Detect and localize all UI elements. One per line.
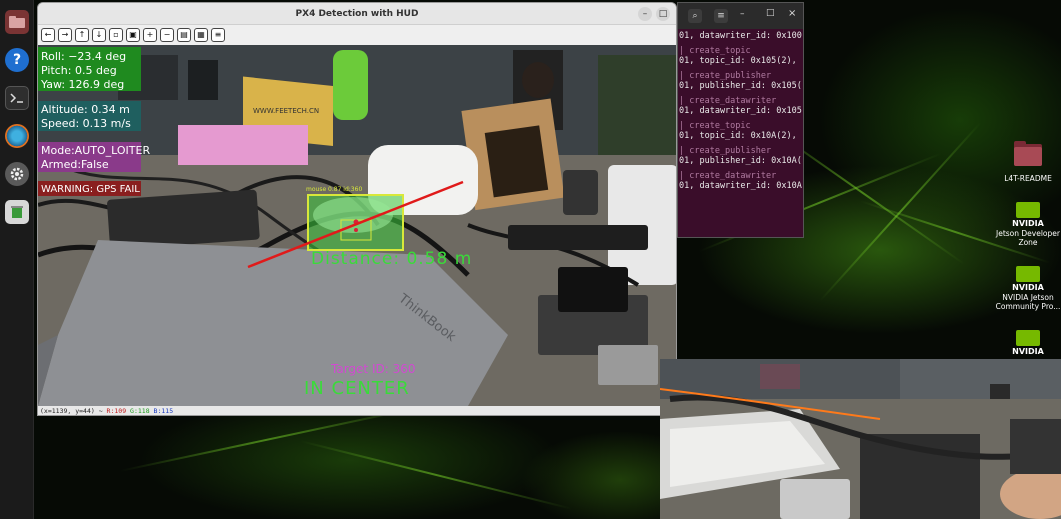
terminal-line: | create_topic [679, 121, 751, 131]
mode-readout: Mode:AUTO_LOITER [41, 144, 151, 157]
terminal-line: 01, datawriter_id: 0x105 [679, 106, 802, 116]
sign-text: WWW.FEETECH.CN [253, 107, 319, 115]
browser-icon[interactable] [5, 124, 29, 148]
zoom-original-icon[interactable]: ▣ [126, 28, 140, 42]
desktop-icon-nvidia[interactable]: NVIDIA [988, 330, 1061, 356]
pan-right-icon[interactable]: → [58, 28, 72, 42]
terminal-line: 01, datawriter_id: 0x10A [679, 181, 802, 191]
pixel-b: B:115 [153, 407, 174, 415]
cursor-coords: (x=1139, y=44) ~ [40, 407, 103, 415]
box-label: mouse 0.87 id:360 [306, 186, 363, 193]
window-titlebar[interactable]: PX4 Detection with HUD – □ × [38, 3, 676, 25]
distance-readout: Distance: 0.58 m [311, 249, 473, 269]
desktop-icon-label: Jetson Developer Zone [996, 229, 1060, 247]
yaw-readout: Yaw: 126.9 deg [41, 78, 125, 91]
zoom-fit-icon[interactable]: ▫ [109, 28, 123, 42]
terminal-line: 01, publisher_id: 0x10A( [679, 156, 802, 166]
terminal-line: 01, topic_id: 0x105(2), [679, 56, 797, 66]
terminal-line: | create_topic [679, 46, 751, 56]
speed-readout: Speed: 0.13 m/s [41, 117, 131, 130]
drone-onboard-video [660, 359, 1061, 519]
pan-up-icon[interactable]: ↑ [75, 28, 89, 42]
nvidia-icon [1016, 202, 1040, 218]
terminal-line: 01, topic_id: 0x10A(2), [679, 131, 797, 141]
terminal-line: | create_publisher [679, 71, 772, 81]
toolbar: ← → ↑ ↓ ▫ ▣ + − ▤ ▦ ≡ [38, 25, 676, 45]
pitch-readout: Pitch: 0.5 deg [41, 64, 117, 77]
desktop-icon-jetson-community[interactable]: NVIDIA NVIDIA Jetson Community Pro... [988, 266, 1061, 311]
pixel-r: R:109 [106, 407, 127, 415]
zoom-in-icon[interactable]: + [143, 28, 157, 42]
gps-warning: WARNING: GPS FAIL [41, 184, 140, 195]
hud-window: PX4 Detection with HUD – □ × ← → ↑ ↓ ▫ ▣… [37, 2, 677, 416]
nvidia-wordmark: NVIDIA [1012, 219, 1044, 228]
nvidia-wordmark: NVIDIA [1012, 347, 1044, 356]
terminal-icon[interactable] [5, 86, 29, 110]
settings-icon[interactable] [5, 162, 29, 186]
help-icon[interactable]: ? [5, 48, 29, 72]
terminal-titlebar[interactable]: ⌕ ≡ – □ × [678, 3, 803, 29]
dock: ? [0, 0, 34, 519]
terminal-line: | create_publisher [679, 146, 772, 156]
desktop-icon-label: L4T-README [1004, 174, 1052, 183]
minimize-button[interactable]: – [638, 7, 652, 21]
pixel-g: G:118 [130, 407, 150, 415]
terminal-line: 01, datawriter_id: 0x100 [679, 31, 802, 41]
camera-scene: WWW.FEETECH.CN ThinkBook [38, 45, 676, 406]
maximize-button[interactable]: □ [766, 8, 775, 18]
terminal-line: | create_datawriter [679, 96, 777, 106]
status-bar: (x=1139, y=44) ~ R:109 G:118 B:115 [38, 406, 676, 415]
properties-icon[interactable]: ≡ [211, 28, 225, 42]
target-id: Target ID: 360 [331, 362, 416, 376]
desktop-icon-jetson-zone[interactable]: NVIDIA Jetson Developer Zone [988, 202, 1061, 247]
video-scene [660, 359, 1061, 519]
search-icon[interactable]: ⌕ [688, 9, 702, 23]
window-title: PX4 Detection with HUD [295, 8, 419, 19]
terminal-line: | create_datawriter [679, 171, 777, 181]
minimize-button[interactable]: – [740, 9, 745, 19]
center-status: IN CENTER [304, 378, 410, 399]
files-icon[interactable] [5, 10, 29, 34]
altitude-readout: Altitude: 0.34 m [41, 103, 130, 116]
armed-readout: Armed:False [41, 158, 109, 171]
maximize-button[interactable]: □ [656, 7, 670, 21]
desktop-icon-label: NVIDIA Jetson Community Pro... [995, 293, 1061, 311]
terminal-window[interactable]: ⌕ ≡ – □ × 01, datawriter_id: 0x100 | crea… [677, 2, 804, 238]
terminal-output: 01, datawriter_id: 0x100 | create_topic 01… [678, 29, 803, 191]
camera-feed: WWW.FEETECH.CN ThinkBook mouse 0.87 id:3… [38, 45, 676, 406]
close-button[interactable]: × [788, 8, 796, 19]
nvidia-wordmark: NVIDIA [1012, 283, 1044, 292]
pan-left-icon[interactable]: ← [41, 28, 55, 42]
desktop-icon-l4t-readme[interactable]: L4T-README [988, 138, 1061, 183]
zoom-out-icon[interactable]: − [160, 28, 174, 42]
menu-icon[interactable]: ≡ [714, 9, 728, 23]
save-icon[interactable]: ▤ [177, 28, 191, 42]
trash-icon[interactable] [5, 200, 29, 224]
pan-down-icon[interactable]: ↓ [92, 28, 106, 42]
roll-readout: Roll: −23.4 deg [41, 50, 127, 63]
terminal-line: 01, publisher_id: 0x105( [679, 81, 802, 91]
folder-icon [1014, 141, 1042, 166]
nvidia-icon [1016, 330, 1040, 346]
copy-icon[interactable]: ▦ [194, 28, 208, 42]
nvidia-icon [1016, 266, 1040, 282]
